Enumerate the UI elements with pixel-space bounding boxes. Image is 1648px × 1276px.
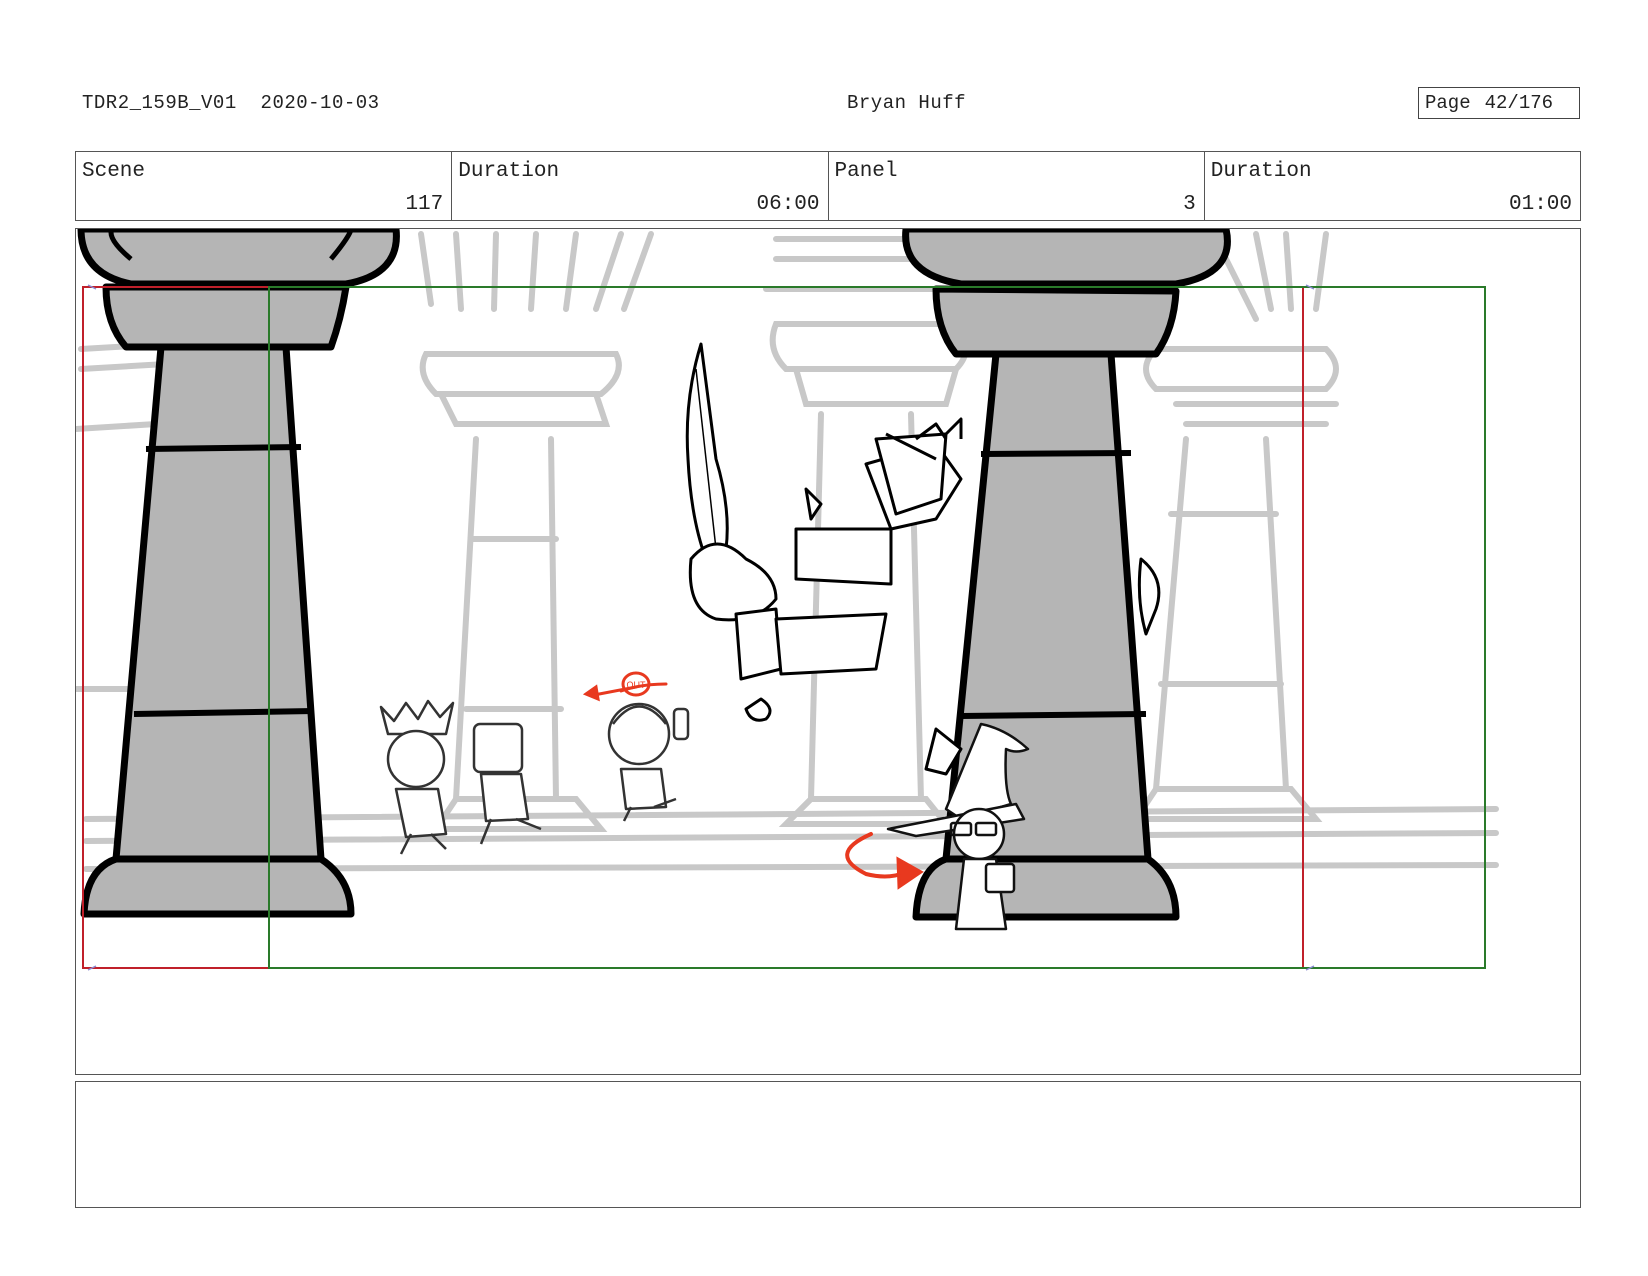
page-indicator: Page 42/176 (1418, 87, 1580, 119)
panel-cell: Panel 3 (829, 152, 1205, 220)
artist-name: Bryan Huff (847, 92, 967, 114)
panel-drawing: OUT (76, 229, 1499, 971)
out-annotation: OUT (627, 680, 647, 690)
production-date: 2020-10-03 (260, 92, 380, 114)
panel-label: Panel (834, 160, 898, 183)
scene-cell: Scene 117 (76, 152, 453, 220)
panel-duration-cell: Duration 01:00 (1205, 152, 1580, 220)
panel-value: 3 (1183, 193, 1196, 216)
panel-duration-value: 01:00 (1508, 193, 1572, 216)
scene-duration-value: 06:00 (756, 193, 820, 216)
scene-label: Scene (82, 160, 146, 183)
panel-duration-label: Duration (1210, 160, 1312, 183)
production-id: TDR2_159B_V01 (82, 92, 237, 114)
page-label: Page (1425, 92, 1471, 114)
storyboard-panel: OUT (75, 228, 1581, 1075)
left-pillar (77, 229, 400, 918)
production-info: TDR2_159B_V01 2020-10-03 (82, 92, 380, 114)
scene-value: 117 (405, 193, 444, 216)
scene-info-table: Scene 117 Duration 06:00 Panel 3 Duratio… (75, 151, 1581, 221)
scene-duration-label: Duration (458, 160, 560, 183)
scene-duration-cell: Duration 06:00 (452, 152, 829, 220)
notes-box (75, 1081, 1581, 1208)
page-number: 42/176 (1484, 92, 1554, 114)
